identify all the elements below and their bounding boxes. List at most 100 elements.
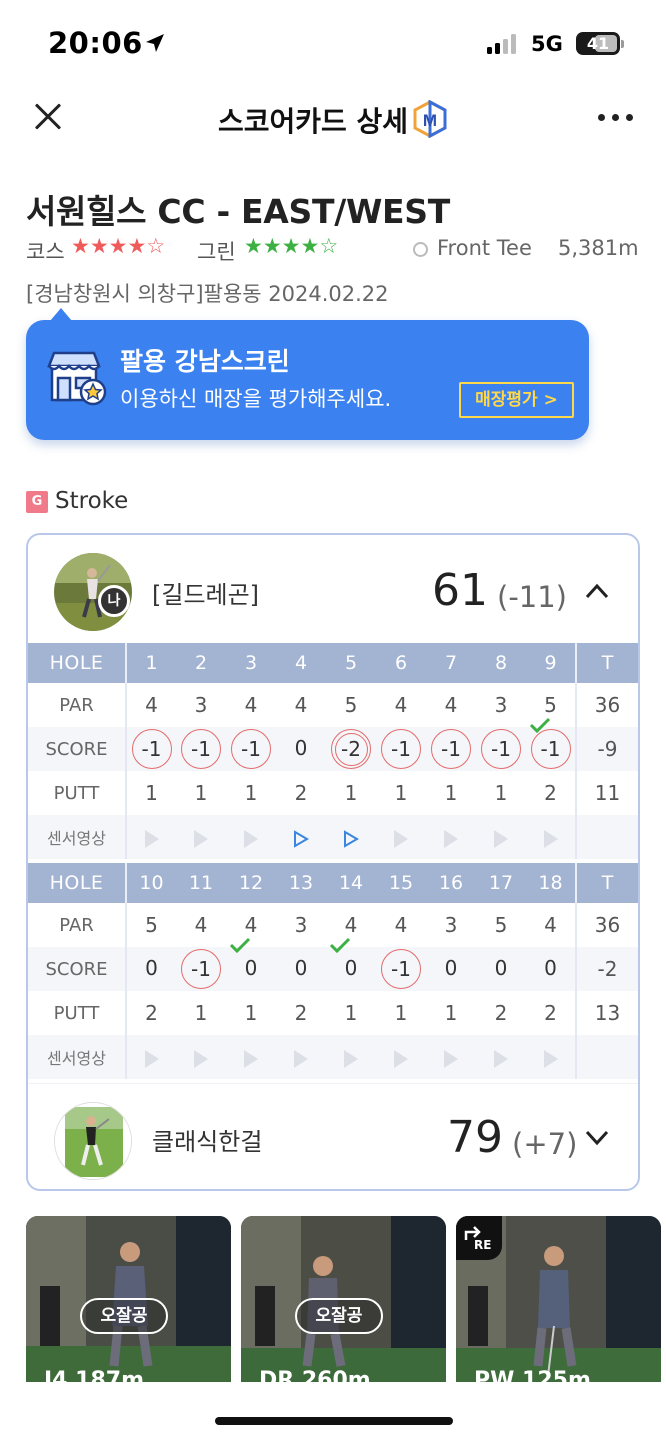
home-indicator[interactable] (215, 1417, 453, 1425)
replay-label: RE (474, 1238, 492, 1252)
putt-row: PUTT 1 1 1 2 1 1 1 1 2 11 (28, 771, 638, 815)
player-row-1[interactable]: 나 [길드레곤] 61 (-11) (28, 535, 638, 643)
score-cell: -1 (526, 717, 576, 771)
hole-label: HOLE (28, 643, 127, 683)
play-icon[interactable] (343, 829, 359, 848)
course-name: 서원힐스 CC - EAST/WEST (26, 192, 450, 231)
player-total-score: 79 (447, 1112, 503, 1163)
network-label: 5G (531, 32, 563, 56)
player-score-diff: (+7) (512, 1127, 578, 1161)
putt-value: 2 (544, 1001, 557, 1025)
score-value: -1 (530, 729, 571, 769)
sensor-video-cell (226, 815, 276, 859)
score-label: SCORE (28, 947, 127, 991)
total-label: T (575, 863, 638, 903)
sensor-video-cell (376, 1035, 426, 1079)
score-value: 0 (444, 956, 458, 980)
score-cell: 0 (326, 937, 376, 991)
signal-icon (487, 34, 521, 54)
hole-number: 12 (226, 863, 276, 903)
score-value: 0 (494, 956, 508, 980)
sensor-video-label: 센서영상 (28, 1035, 127, 1079)
scorecard-back-nine: HOLE 10 11 12 13 14 15 16 17 18 T PAR 5 4 4 3 4 4 3 5 4 36 S… (28, 863, 638, 1079)
sensor-video-cell (476, 1035, 526, 1079)
shot-tag: 오잘공 (295, 1298, 383, 1334)
battery-level: 41 (586, 34, 610, 53)
location-arrow-icon (146, 34, 164, 52)
hole-number: 15 (376, 863, 426, 903)
putt-value: 1 (145, 781, 158, 805)
score-value: 0 (544, 956, 557, 980)
hole-number: 6 (376, 643, 426, 683)
play-icon (543, 1049, 558, 1068)
tee-label: Front Tee (437, 236, 532, 260)
score-value: 0 (294, 956, 308, 980)
avatar (54, 1102, 132, 1180)
hole-number: 14 (326, 863, 376, 903)
close-button[interactable] (28, 96, 68, 136)
player-row-2[interactable]: 클래식한걸 79 (+7) (28, 1083, 638, 1189)
putt-row: PUTT 2 1 1 2 1 1 1 2 2 13 (28, 991, 638, 1035)
play-icon (194, 829, 208, 848)
more-options-button[interactable] (596, 112, 636, 124)
hole-number: 18 (526, 863, 576, 903)
hole-number: 16 (426, 863, 476, 903)
par-value: 4 (145, 693, 158, 717)
course-distance: 5,381m (558, 236, 639, 260)
status-bar: 20:06 5G 41 (0, 0, 666, 90)
sensor-row: 센서영상 (28, 815, 638, 859)
sensor-video-cell (426, 815, 476, 859)
chevron-down-icon[interactable] (584, 1124, 610, 1150)
tee-circle-icon (413, 242, 428, 257)
score-cell: -1 (426, 727, 476, 771)
status-time: 20:06 (48, 26, 143, 60)
chevron-up-icon[interactable] (584, 579, 610, 605)
putt-value: 2 (294, 781, 308, 805)
player-name: [길드레곤] (152, 581, 260, 609)
sensor-video-cell (326, 1035, 376, 1079)
putt-value: 1 (394, 781, 408, 805)
score-cell: 0 (276, 727, 326, 771)
score-cell: 0 (526, 947, 576, 991)
shot-video-card[interactable]: RE PW 125m (456, 1216, 661, 1386)
course-rating-stars: ★★★★☆ (71, 234, 166, 258)
green-rating-label: 그린 (197, 240, 236, 264)
score-row: SCORE 0 -1 0 0 0 -1 0 0 0 -2 (28, 937, 638, 991)
shot-video-card[interactable]: 오잘공 I4 187m (26, 1216, 231, 1386)
m-badge-icon: M (413, 100, 447, 138)
shot-video-list: 오잘공 I4 187m 오잘공 DR 260m RE PW 125m (26, 1216, 666, 1386)
sensor-video-cell (226, 1035, 276, 1079)
shot-tag: 오잘공 (80, 1298, 168, 1334)
par-label: PAR (28, 683, 127, 727)
score-value: -1 (381, 949, 421, 989)
hole-number: 9 (526, 643, 576, 683)
sensor-video-cell[interactable] (326, 815, 376, 859)
score-cell: -2 (326, 727, 376, 771)
score-value: -1 (481, 729, 521, 769)
par-value: 5 (344, 693, 358, 717)
play-icon (494, 1049, 508, 1068)
play-icon (394, 1049, 408, 1068)
putt-label: PUTT (28, 771, 127, 815)
play-icon[interactable] (293, 829, 309, 848)
par-value: 4 (394, 913, 408, 937)
putt-value: 2 (544, 781, 557, 805)
hole-number: 17 (476, 863, 526, 903)
sensor-video-cell[interactable] (276, 815, 326, 859)
play-icon (394, 829, 408, 848)
sensor-video-cell (526, 1035, 576, 1079)
play-icon (194, 1049, 208, 1068)
score-cell: 0 (226, 937, 276, 991)
player-name: 클래식한걸 (152, 1128, 263, 1156)
putt-total: 13 (575, 991, 638, 1035)
play-icon (244, 1049, 258, 1068)
hole-number: 11 (176, 863, 226, 903)
shot-video-card[interactable]: 오잘공 DR 260m (241, 1216, 446, 1386)
sensor-video-cell (476, 815, 526, 859)
store-review-banner[interactable]: 팔용 강남스크린 이용하신 매장을 평가해주세요. 매장평가 > (26, 320, 589, 440)
putt-value: 1 (444, 781, 458, 805)
par-value: 4 (444, 693, 458, 717)
rate-store-button[interactable]: 매장평가 > (459, 382, 574, 418)
hole-row: HOLE 10 11 12 13 14 15 16 17 18 T (28, 863, 638, 903)
score-value: -1 (181, 949, 221, 989)
